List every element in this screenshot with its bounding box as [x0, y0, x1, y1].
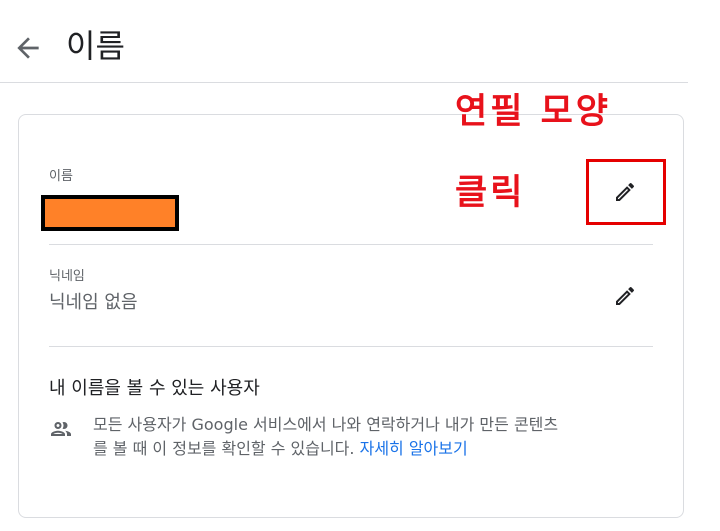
page-title: 이름: [66, 27, 125, 65]
name-value-redaction: [41, 195, 179, 231]
name-label: 이름: [49, 169, 73, 184]
annotation-text-line1: 연필 모양: [455, 92, 611, 132]
pencil-icon: [616, 182, 635, 201]
nickname-row[interactable]: 닉네임 닉네임 없음: [49, 269, 653, 315]
divider: [49, 244, 653, 245]
edit-nickname-button[interactable]: [605, 276, 645, 316]
visibility-description-text: 모든 사용자가 Google 서비스에서 나와 연락하거나 내가 만든 콘텐츠를…: [93, 415, 559, 458]
name-row[interactable]: 이름: [49, 169, 653, 185]
nickname-value: 닉네임 없음: [49, 292, 138, 313]
arrow-back-icon: [17, 37, 39, 59]
app-header: 이름: [0, 0, 688, 83]
visibility-title: 내 이름을 볼 수 있는 사용자: [49, 378, 260, 399]
nickname-label: 닉네임: [49, 269, 85, 284]
pencil-icon: [616, 286, 635, 305]
visibility-description: 모든 사용자가 Google 서비스에서 나와 연락하거나 내가 만든 콘텐츠를…: [93, 413, 563, 461]
annotation-text-line2: 클릭: [455, 173, 526, 213]
people-icon: [49, 417, 73, 441]
learn-more-link[interactable]: 자세히 알아보기: [360, 439, 468, 458]
name-card: 이름 닉네임 닉네임 없음 내 이름을 볼 수 있는 사용자 모든 사용자가 G…: [18, 114, 684, 518]
edit-name-button[interactable]: [605, 172, 645, 212]
back-button[interactable]: [12, 32, 44, 64]
divider: [49, 346, 653, 347]
